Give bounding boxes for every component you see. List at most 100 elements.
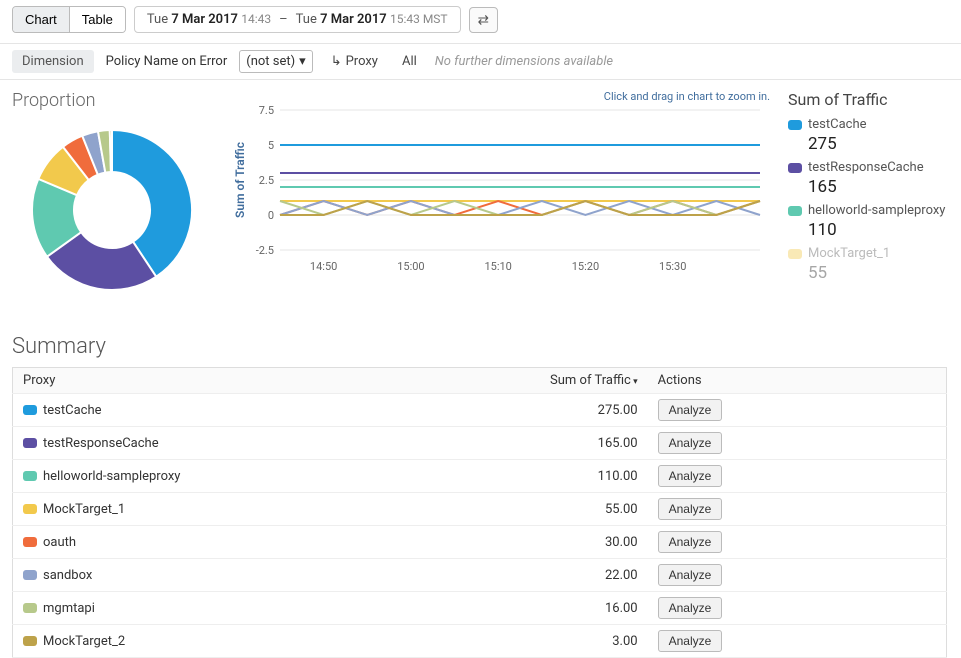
actions-cell: Analyze xyxy=(648,460,947,493)
proxy-cell: helloworld-sampleproxy xyxy=(13,460,480,493)
legend-value: 55 xyxy=(808,263,949,283)
analyze-button[interactable]: Analyze xyxy=(658,399,723,421)
row-swatch xyxy=(23,603,37,613)
actions-cell: Analyze xyxy=(648,559,947,592)
proxy-name: helloworld-sampleproxy xyxy=(43,469,180,484)
dimension-chip: Dimension xyxy=(12,50,94,73)
charts-section: Proportion Click and drag in chart to zo… xyxy=(0,80,961,314)
dimension-hint: No further dimensions available xyxy=(435,54,613,69)
legend-swatch xyxy=(788,120,802,130)
analyze-button[interactable]: Analyze xyxy=(658,630,723,652)
legend-value: 275 xyxy=(808,134,949,154)
add-proxy-dimension[interactable]: ↳ Proxy xyxy=(325,51,384,72)
col-traffic[interactable]: Sum of Traffic ▾ xyxy=(480,368,648,394)
svg-text:-2.5: -2.5 xyxy=(256,244,274,257)
donut-chart-svg[interactable] xyxy=(12,115,212,300)
legend-swatch xyxy=(788,163,802,173)
legend-item[interactable]: testCache xyxy=(788,115,949,134)
proxy-cell: sandbox xyxy=(13,559,480,592)
table-row: testResponseCache 165.00 Analyze xyxy=(13,427,947,460)
summary-title: Summary xyxy=(0,314,961,367)
traffic-cell: 110.00 xyxy=(480,460,648,493)
proxy-name: testResponseCache xyxy=(43,436,159,451)
refresh-button[interactable]: ⇄ xyxy=(469,7,498,33)
row-swatch xyxy=(23,405,37,415)
dimension-select[interactable]: (not set) ▾ xyxy=(239,50,312,73)
analyze-button[interactable]: Analyze xyxy=(658,597,723,619)
col-proxy[interactable]: Proxy xyxy=(13,368,480,394)
table-row: testCache275.00Analyze xyxy=(13,394,947,427)
line-series[interactable] xyxy=(280,201,760,215)
proxy-name: MockTarget_1 xyxy=(43,502,125,517)
legend-item[interactable]: MockTarget_1 xyxy=(788,244,949,263)
svg-text:14:50: 14:50 xyxy=(310,260,337,273)
svg-text:2.5: 2.5 xyxy=(259,174,274,187)
table-row: mgmtapi 16.00 Analyze xyxy=(13,592,947,625)
proxy-cell: MockTarget_2 xyxy=(13,625,480,658)
proxy-cell: mgmtapi xyxy=(13,592,480,625)
traffic-cell: 55.00 xyxy=(480,493,648,526)
top-toolbar: Chart Table Tue 7 Mar 2017 14:43 – Tue 7… xyxy=(0,0,961,44)
tab-table-button[interactable]: Table xyxy=(70,7,125,32)
table-row: MockTarget_2 3.00 Analyze xyxy=(13,625,947,658)
legend-value: 165 xyxy=(808,177,949,197)
row-swatch xyxy=(23,471,37,481)
add-all-dimension[interactable]: All xyxy=(396,51,423,72)
actions-cell: Analyze xyxy=(648,592,947,625)
dimension-label: Policy Name on Error xyxy=(106,54,228,69)
table-row: helloworld-sampleproxy 110.00 Analyze xyxy=(13,460,947,493)
proportion-title: Proportion xyxy=(12,90,212,111)
row-swatch xyxy=(23,504,37,514)
proxy-name: mgmtapi xyxy=(43,601,95,616)
dimension-bar: Dimension Policy Name on Error (not set)… xyxy=(0,44,961,80)
legend-swatch xyxy=(788,249,802,259)
legend-name: testCache xyxy=(808,117,867,132)
summary-table: Proxy Sum of Traffic ▾ Actions testCache… xyxy=(12,367,947,658)
svg-text:15:20: 15:20 xyxy=(572,260,599,273)
proxy-name: sandbox xyxy=(43,568,92,583)
traffic-cell: 16.00 xyxy=(480,592,648,625)
svg-text:5: 5 xyxy=(268,139,274,152)
traffic-cell: 30.00 xyxy=(480,526,648,559)
traffic-cell: 22.00 xyxy=(480,559,648,592)
row-swatch xyxy=(23,636,37,646)
proxy-name: MockTarget_2 xyxy=(43,634,125,649)
svg-text:Sum of Traffic: Sum of Traffic xyxy=(233,142,247,218)
time-range-from: Tue 7 Mar 2017 14:43 xyxy=(147,12,271,27)
proxy-cell: oauth xyxy=(13,526,480,559)
proxy-name: testCache xyxy=(43,403,102,418)
actions-cell: Analyze xyxy=(648,526,947,559)
chevron-down-icon: ▾ xyxy=(299,54,306,69)
analyze-button[interactable]: Analyze xyxy=(658,564,723,586)
legend-swatch xyxy=(788,206,802,216)
analyze-button[interactable]: Analyze xyxy=(658,498,723,520)
actions-cell: Analyze xyxy=(648,493,947,526)
legend-name: helloworld-sampleproxy xyxy=(808,203,945,218)
proxy-cell: testResponseCache xyxy=(13,427,480,460)
table-row: sandbox 22.00 Analyze xyxy=(13,559,947,592)
svg-text:0: 0 xyxy=(268,209,274,222)
line-chart-svg[interactable]: -2.502.557.514:5015:0015:1015:2015:30Sum… xyxy=(230,90,770,280)
svg-text:15:10: 15:10 xyxy=(484,260,511,273)
drill-arrow-icon: ↳ xyxy=(331,54,342,69)
actions-cell: Analyze xyxy=(648,427,947,460)
time-range-picker[interactable]: Tue 7 Mar 2017 14:43 – Tue 7 Mar 2017 15… xyxy=(134,6,461,33)
col-actions: Actions xyxy=(648,368,947,394)
traffic-cell: 165.00 xyxy=(480,427,648,460)
svg-text:7.5: 7.5 xyxy=(259,104,274,117)
row-swatch xyxy=(23,537,37,547)
chart-legend: Sum of Traffic testCache 275 testResponseC… xyxy=(788,90,949,287)
donut-slice[interactable] xyxy=(110,130,112,172)
refresh-icon: ⇄ xyxy=(478,12,489,27)
analyze-button[interactable]: Analyze xyxy=(658,432,723,454)
legend-item[interactable]: helloworld-sampleproxy xyxy=(788,201,949,220)
analyze-button[interactable]: Analyze xyxy=(658,465,723,487)
legend-value: 110 xyxy=(808,220,949,240)
traffic-cell: 3.00 xyxy=(480,625,648,658)
tab-chart-button[interactable]: Chart xyxy=(13,7,70,32)
analyze-button[interactable]: Analyze xyxy=(658,531,723,553)
legend-title: Sum of Traffic xyxy=(788,90,949,109)
legend-name: MockTarget_1 xyxy=(808,246,890,261)
legend-item[interactable]: testResponseCache xyxy=(788,158,949,177)
row-swatch xyxy=(23,570,37,580)
